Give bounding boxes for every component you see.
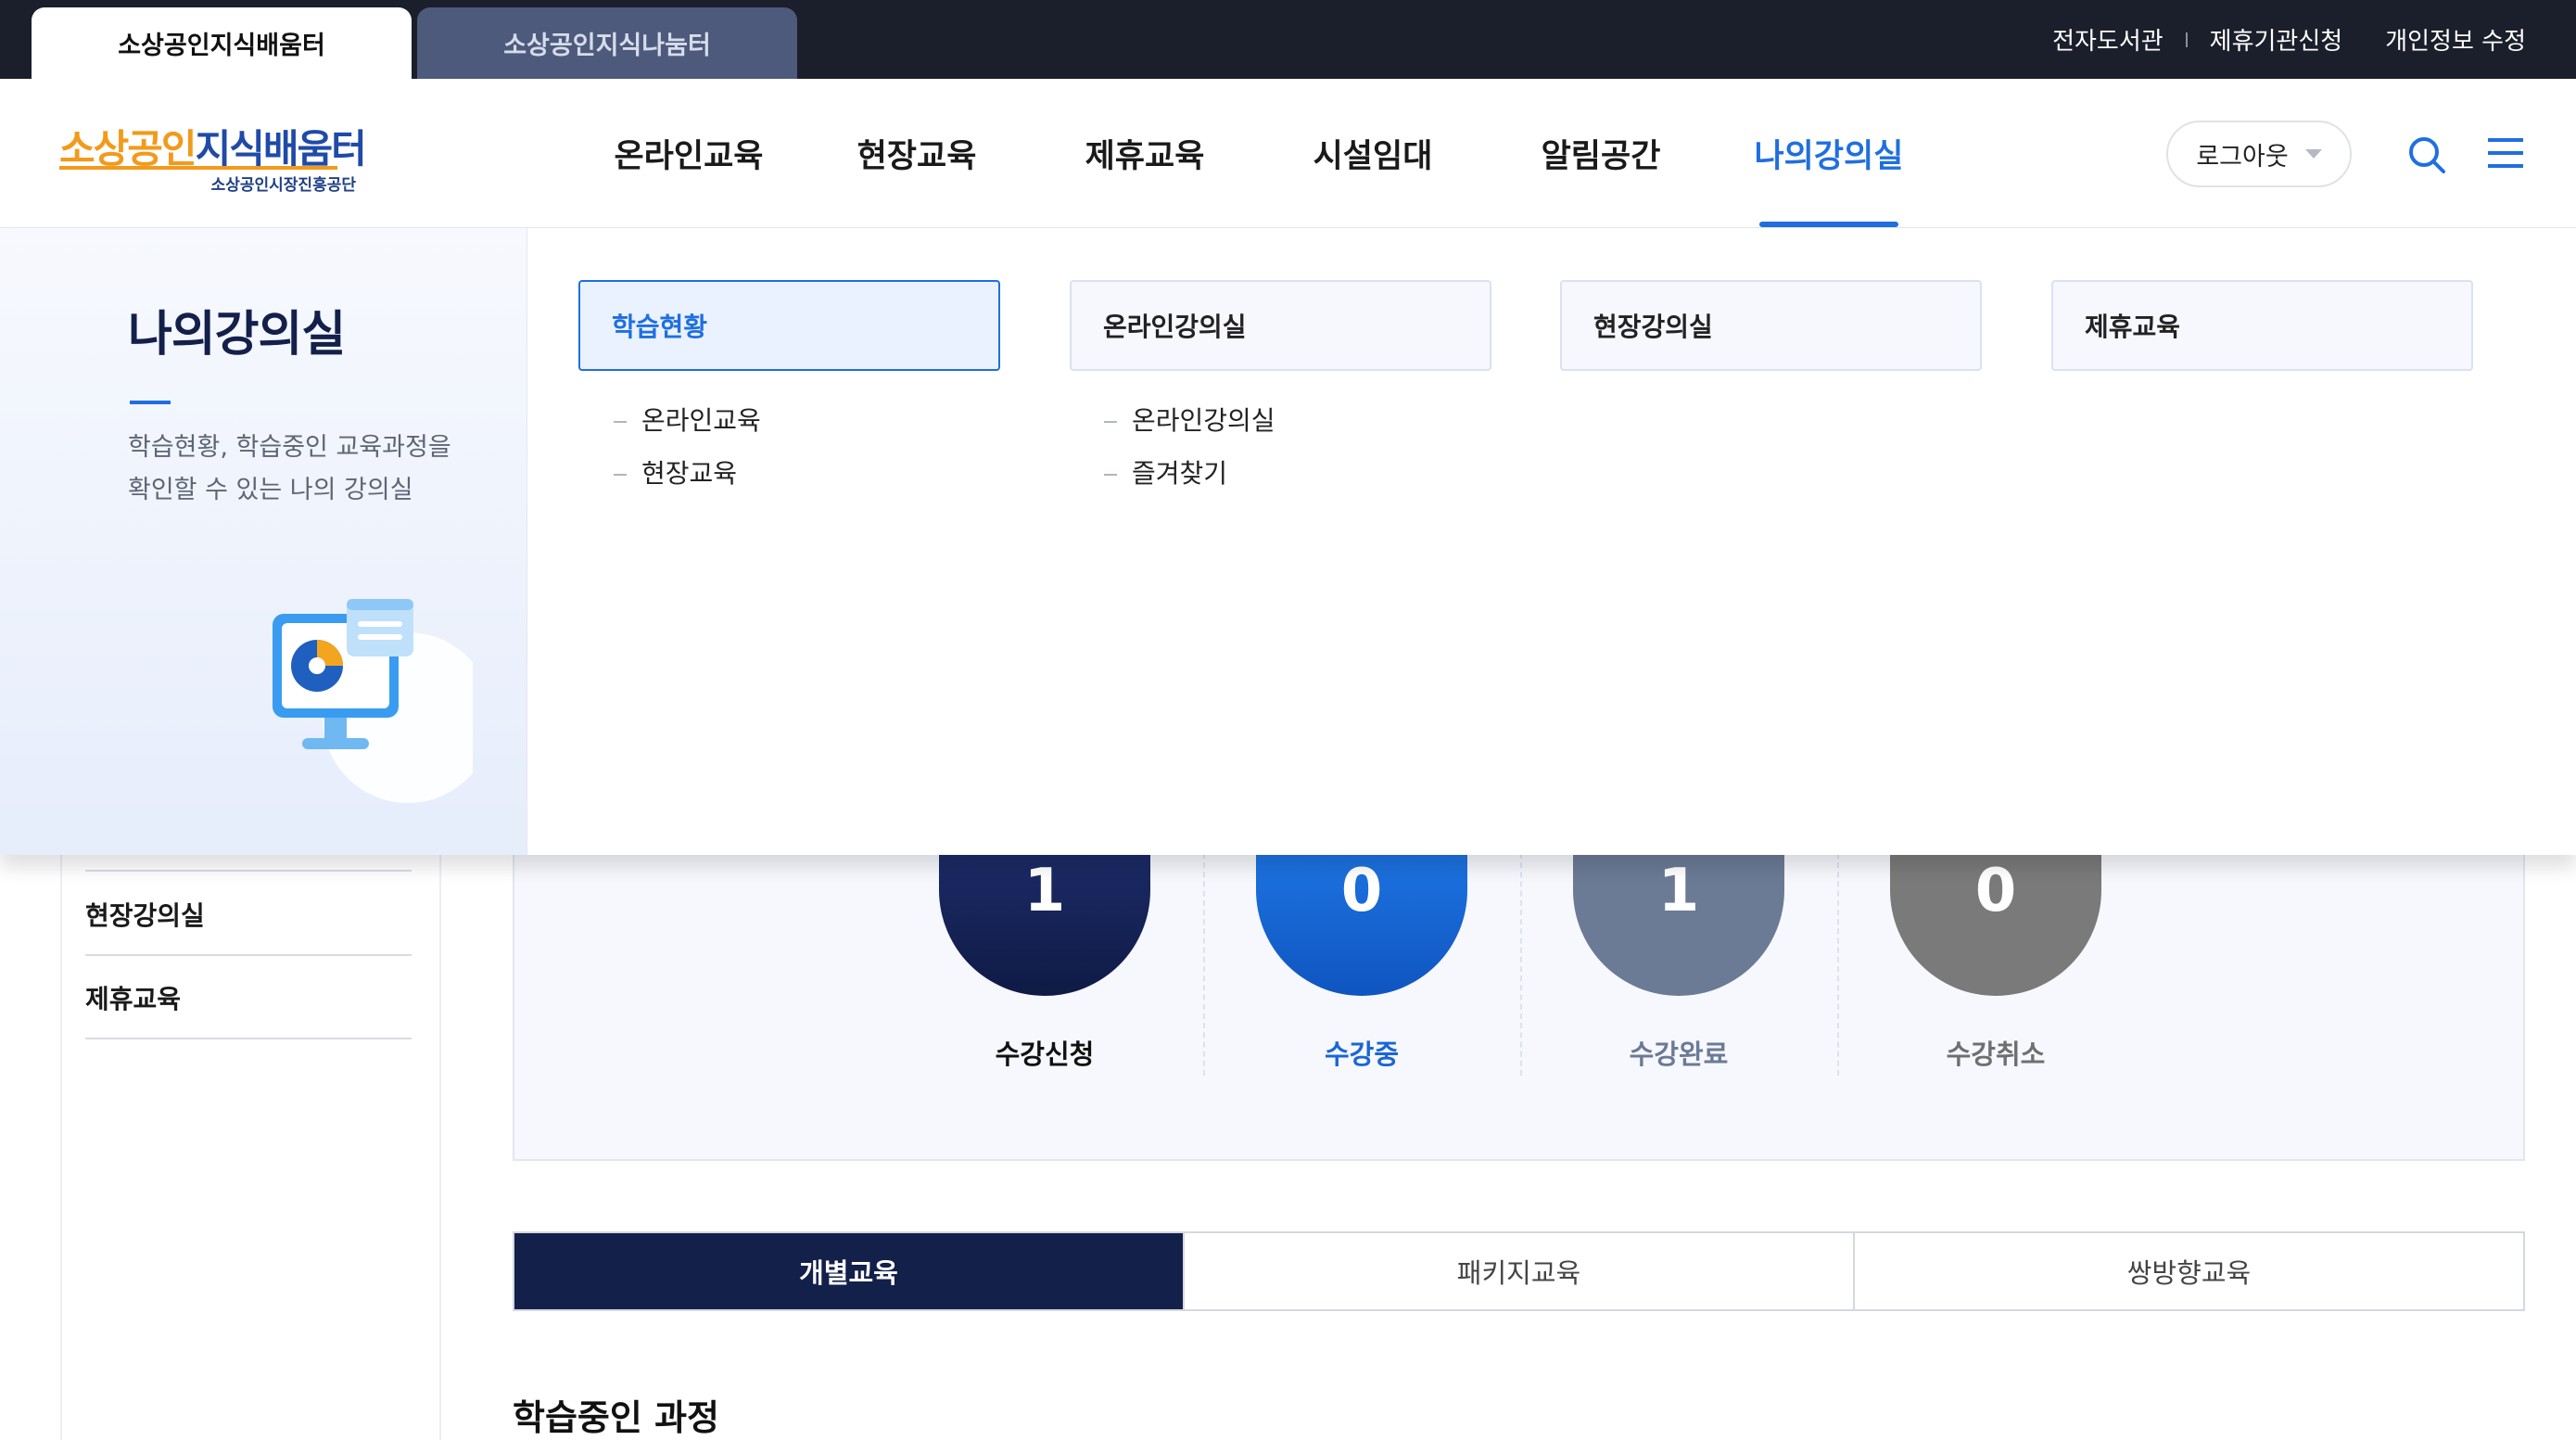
tab-individual-education[interactable]: 개별교육 <box>514 1233 1185 1309</box>
side-navigation-panel <box>60 853 441 1440</box>
partner-apply-link[interactable]: 제휴기관신청 <box>2210 22 2343 57</box>
mega-sub-label: 즐겨찾기 <box>1132 458 1228 489</box>
logout-label: 로그아웃 <box>2196 142 2289 172</box>
site-header: 소상공인지식배움터 소상공인시장진흥공단 온라인교육 현장교육 제휴교육 시설임… <box>0 79 2576 228</box>
mega-sub-onsite-education[interactable]: 현장교육 <box>614 453 737 491</box>
logo-subtitle: 소상공인시장진흥공단 <box>210 176 356 195</box>
stat-cancelled[interactable]: 0 수강취소 <box>1837 835 2154 1077</box>
stat-in-progress-value: 0 <box>1256 835 1467 996</box>
stat-cancelled-value: 0 <box>1890 835 2101 996</box>
side-nav-partner-education[interactable]: 제휴교육 <box>85 979 181 1016</box>
main-navigation: 온라인교육 현장교육 제휴교육 시설임대 알림공간 나의강의실 <box>575 79 1943 227</box>
ebook-library-link[interactable]: 전자도서관 <box>2052 22 2164 57</box>
search-icon[interactable] <box>2406 134 2447 175</box>
mega-cat-partner-education[interactable]: 제휴교육 <box>2051 280 2473 371</box>
tab-interactive-education[interactable]: 쌍방향교육 <box>1855 1233 2523 1309</box>
divider <box>85 870 412 872</box>
hamburger-menu-icon[interactable] <box>2486 134 2525 172</box>
mega-sub-online-classroom[interactable]: 온라인강의실 <box>1104 401 1275 438</box>
mega-sub-label: 온라인교육 <box>641 405 761 436</box>
nav-onsite-education[interactable]: 현장교육 <box>803 79 1031 227</box>
nav-partner-education[interactable]: 제휴교육 <box>1031 79 1259 227</box>
mega-cat-onsite-classroom[interactable]: 현장강의실 <box>1560 280 1982 371</box>
edit-profile-link[interactable]: 개인정보 수정 <box>2385 22 2526 57</box>
mega-menu-title: 나의강의실 <box>128 307 346 363</box>
nav-facility-rental[interactable]: 시설임대 <box>1259 79 1487 227</box>
logout-button[interactable]: 로그아웃 <box>2166 121 2352 187</box>
mega-sub-label: 현장교육 <box>641 458 738 489</box>
dash-icon <box>614 474 627 476</box>
dash-icon <box>1104 474 1117 476</box>
stat-cancelled-label: 수강취소 <box>1946 1039 2046 1070</box>
dash-icon <box>614 421 627 423</box>
divider <box>85 1038 412 1039</box>
chevron-down-icon <box>2304 149 2322 159</box>
title-accent-bar <box>130 401 171 404</box>
dash-icon <box>1104 421 1117 423</box>
top-utility-bar: 소상공인지식배움터 소상공인지식나눔터 전자도서관 제휴기관신청 개인정보 수정 <box>0 0 2576 79</box>
logo-title-part1: 소상공인 <box>59 126 197 172</box>
mega-menu-intro: 나의강의실 학습현황, 학습중인 교육과정을 확인할 수 있는 나의 강의실 <box>0 228 527 855</box>
stat-completed-label: 수강완료 <box>1629 1039 1729 1070</box>
mega-sub-label: 온라인강의실 <box>1132 405 1275 436</box>
mega-cat-learning-status[interactable]: 학습현황 <box>578 280 1000 371</box>
mega-menu-description: 학습현황, 학습중인 교육과정을 확인할 수 있는 나의 강의실 <box>128 433 451 504</box>
divider <box>85 954 412 956</box>
mega-cat-online-classroom[interactable]: 온라인강의실 <box>1070 280 1491 371</box>
stat-applied-label: 수강신청 <box>995 1039 1095 1070</box>
stat-completed-value: 1 <box>1573 835 1784 996</box>
site-logo[interactable]: 소상공인지식배움터 소상공인시장진흥공단 <box>59 118 367 195</box>
site-tab-baeumteo[interactable]: 소상공인지식배움터 <box>32 7 412 79</box>
mega-sub-online-education[interactable]: 온라인교육 <box>614 401 761 438</box>
mega-menu: 나의강의실 학습현황, 학습중인 교육과정을 확인할 수 있는 나의 강의실 학… <box>0 228 2576 855</box>
site-tab-nanumteo[interactable]: 소상공인지식나눔터 <box>417 7 797 79</box>
nav-notice-space[interactable]: 알림공간 <box>1487 79 1715 227</box>
nav-online-education[interactable]: 온라인교육 <box>575 79 803 227</box>
stat-applied[interactable]: 1 수강신청 <box>886 835 1203 1077</box>
course-type-tabs: 개별교육 패키지교육 쌍방향교육 <box>513 1231 2525 1311</box>
utility-links: 전자도서관 제휴기관신청 개인정보 수정 <box>2052 0 2526 79</box>
logo-underline <box>59 166 337 170</box>
nav-my-classroom[interactable]: 나의강의실 <box>1715 79 1943 227</box>
stat-completed[interactable]: 1 수강완료 <box>1520 835 1837 1077</box>
section-title: 학습중인 과정 <box>513 1397 719 1438</box>
stat-applied-value: 1 <box>939 835 1150 996</box>
tab-package-education[interactable]: 패키지교육 <box>1185 1233 1855 1309</box>
stat-in-progress-label: 수강중 <box>1324 1039 1400 1070</box>
side-nav-onsite-classroom[interactable]: 현장강의실 <box>85 896 205 933</box>
stat-in-progress[interactable]: 0 수강중 <box>1203 835 1520 1077</box>
divider <box>2185 32 2188 47</box>
logo-title-part2: 지식배움터 <box>195 126 367 172</box>
mega-sub-favorites[interactable]: 즐겨찾기 <box>1104 453 1227 491</box>
computer-monitor-icon <box>273 599 473 803</box>
